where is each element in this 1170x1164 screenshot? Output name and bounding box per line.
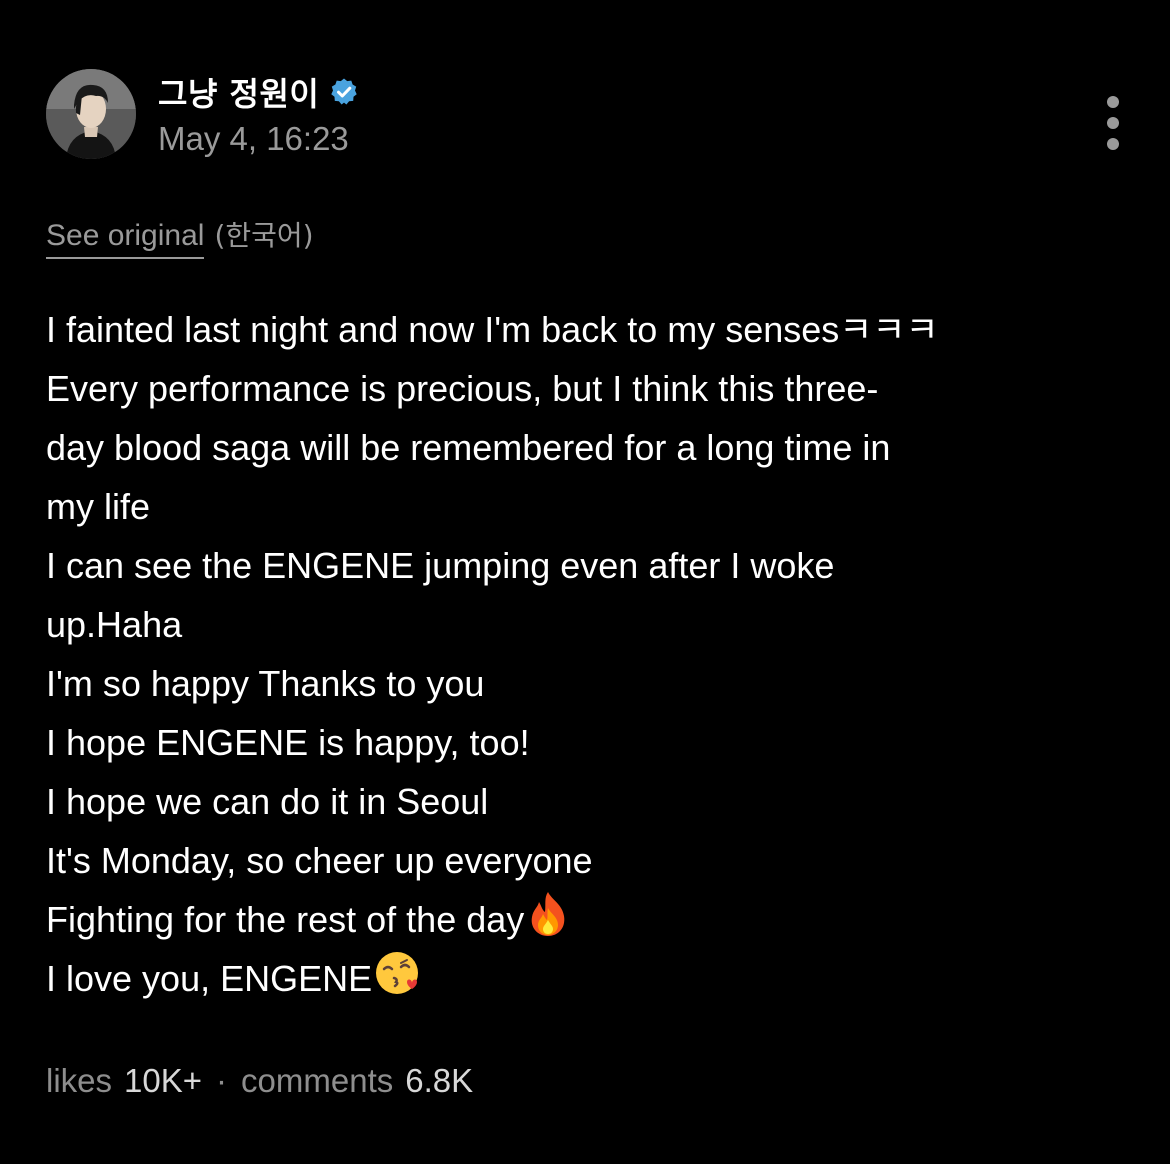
more-options-icon[interactable] — [1096, 96, 1130, 150]
post-timestamp: May 4, 16:23 — [158, 120, 349, 157]
see-original-link[interactable]: See original — [46, 219, 205, 259]
avatar-photo-icon — [46, 69, 136, 159]
body-line-with-emoji: I love you, ENGENE — [46, 949, 1126, 1008]
more-dot — [1107, 96, 1119, 108]
more-dot — [1107, 138, 1119, 150]
post-header: 그냥 정원이 May 4, 16:23 — [46, 69, 359, 159]
body-line: It's Monday, so cheer up everyone — [46, 840, 593, 881]
likes-count[interactable]: 10K+ — [124, 1062, 202, 1100]
face-blowing-kiss-emoji-icon — [376, 952, 419, 994]
body-line: I'm so happy Thanks to you — [46, 663, 485, 704]
avatar[interactable] — [46, 69, 136, 159]
more-dot — [1107, 117, 1119, 129]
verified-badge-icon — [331, 78, 358, 105]
post-card: 그냥 정원이 May 4, 16:23 See original (한국어) I… — [0, 0, 1170, 1164]
body-line-with-emoji: Fighting for the rest of the day — [46, 890, 1126, 949]
likes-label: likes — [46, 1062, 113, 1099]
fire-emoji-icon — [531, 892, 565, 936]
body-line: I fainted last night and now I'm back to… — [46, 309, 939, 350]
author-meta: 그냥 정원이 May 4, 16:23 — [158, 70, 359, 158]
body-line: day blood saga will be remembered for a … — [46, 427, 891, 468]
body-line: up.Haha — [46, 604, 183, 645]
comments-count[interactable]: 6.8K — [405, 1062, 473, 1100]
translation-row: See original (한국어) — [46, 214, 314, 259]
stats-separator: · — [216, 1062, 228, 1099]
body-line: Every performance is precious, but I thi… — [46, 368, 879, 409]
body-line-text: Fighting for the rest of the day — [46, 899, 525, 940]
post-body: I fainted last night and now I'm back to… — [46, 300, 1126, 1008]
body-line: my life — [46, 486, 151, 527]
body-line-text: I love you, ENGENE — [46, 958, 373, 999]
author-name-row: 그냥 정원이 — [158, 70, 359, 114]
body-line: I can see the ENGENE jumping even after … — [46, 545, 835, 586]
body-line: I hope ENGENE is happy, too! — [46, 722, 530, 763]
post-stats: likes 10K+ · comments 6.8K — [46, 1062, 473, 1100]
author-name[interactable]: 그냥 정원이 — [158, 69, 319, 115]
original-language-label: (한국어) — [214, 219, 314, 252]
body-line: I hope we can do it in Seoul — [46, 781, 489, 822]
comments-label: comments — [241, 1062, 394, 1099]
